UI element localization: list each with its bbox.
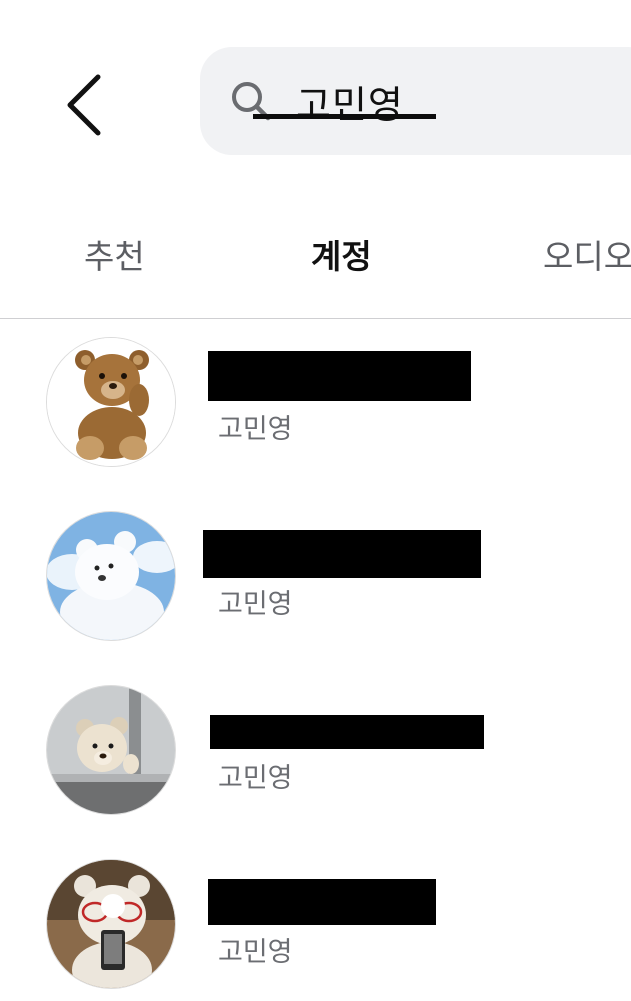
- account-row[interactable]: 고민영: [0, 335, 631, 475]
- tab-audio[interactable]: 오디오: [543, 230, 631, 278]
- redacted-username: [210, 715, 484, 749]
- tab-accounts[interactable]: 계정: [311, 230, 372, 278]
- chevron-left-icon: [67, 74, 101, 136]
- avatar[interactable]: [46, 685, 176, 815]
- account-display-name: 고민영: [218, 589, 293, 620]
- tab-recommended[interactable]: 추천: [84, 230, 145, 278]
- redacted-username: [208, 351, 471, 401]
- avatar[interactable]: [46, 859, 176, 989]
- account-row[interactable]: 고민영: [0, 509, 631, 649]
- back-button[interactable]: [58, 70, 110, 140]
- redacted-username: [203, 530, 481, 578]
- account-display-name: 고민영: [218, 414, 293, 445]
- account-row[interactable]: 고민영: [0, 857, 631, 997]
- avatar[interactable]: [46, 511, 176, 641]
- redacted-username: [208, 879, 436, 925]
- tabs-divider: [0, 318, 631, 319]
- active-tab-indicator: [253, 114, 436, 119]
- result-tabs: 추천 계정 오디오: [0, 200, 631, 320]
- search-results-screen: 고민영 추천 계정 오디오 고민영 고민영 고민영 고민영: [0, 0, 631, 1001]
- account-display-name: 고민영: [218, 763, 293, 794]
- search-query[interactable]: 고민영: [296, 74, 404, 129]
- account-display-name: 고민영: [218, 937, 293, 968]
- account-row[interactable]: 고민영: [0, 683, 631, 823]
- search-input[interactable]: 고민영: [200, 47, 631, 155]
- avatar[interactable]: [46, 337, 176, 467]
